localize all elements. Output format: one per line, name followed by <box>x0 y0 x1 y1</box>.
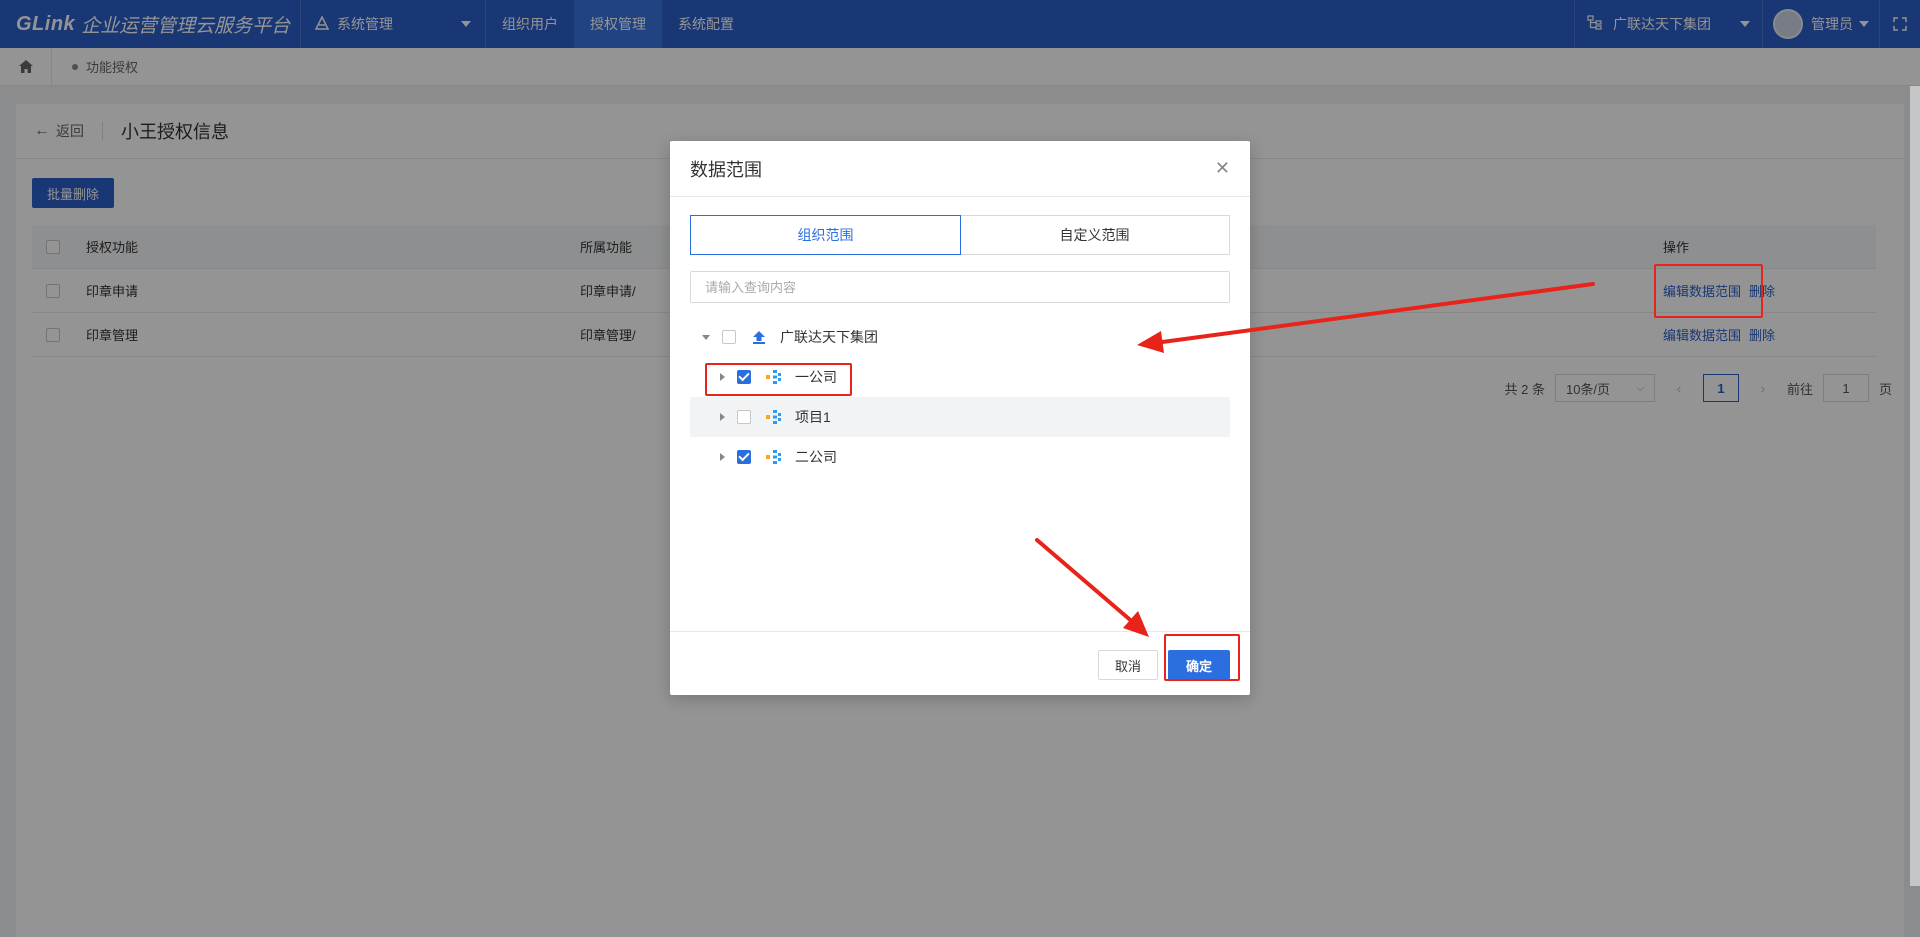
scope-tabs: 组织范围 自定义范围 <box>690 215 1230 255</box>
dialog-footer: 取消 确定 <box>670 631 1250 695</box>
dialog-title: 数据范围 <box>690 159 762 180</box>
tree-node[interactable]: 项目1 <box>690 397 1230 437</box>
org-icon <box>765 449 783 465</box>
page-scrollbar[interactable] <box>1910 86 1920 886</box>
tree-node-root[interactable]: 广联达天下集团 <box>690 317 1230 357</box>
caret-right-icon[interactable] <box>720 453 725 461</box>
tree-node-label: 项目1 <box>795 409 831 425</box>
annotation-box-edit-link <box>1654 264 1763 318</box>
tree-checkbox-checked[interactable] <box>737 450 751 464</box>
search-input[interactable] <box>690 271 1230 303</box>
caret-down-icon[interactable] <box>702 334 710 340</box>
annotation-box-confirm <box>1164 634 1240 681</box>
annotation-box-first-company <box>705 363 852 396</box>
tree-node[interactable]: 二公司 <box>690 437 1230 477</box>
close-icon[interactable]: ✕ <box>1215 158 1230 179</box>
tree-checkbox[interactable] <box>722 330 736 344</box>
group-upload-icon <box>750 329 768 345</box>
dialog-header: 数据范围 ✕ <box>670 141 1250 197</box>
tree-node-label: 二公司 <box>795 449 837 465</box>
tab-org-scope[interactable]: 组织范围 <box>690 215 961 255</box>
tree-checkbox[interactable] <box>737 410 751 424</box>
caret-right-icon[interactable] <box>720 413 725 421</box>
org-tree: 广联达天下集团 一公司 项目1 二公司 <box>690 317 1230 477</box>
tree-node-label: 广联达天下集团 <box>780 329 878 345</box>
tab-custom-scope[interactable]: 自定义范围 <box>960 216 1229 254</box>
org-icon <box>765 409 783 425</box>
cancel-button[interactable]: 取消 <box>1098 650 1158 680</box>
data-scope-dialog: 数据范围 ✕ 组织范围 自定义范围 广联达天下集团 一公司 <box>670 141 1250 695</box>
